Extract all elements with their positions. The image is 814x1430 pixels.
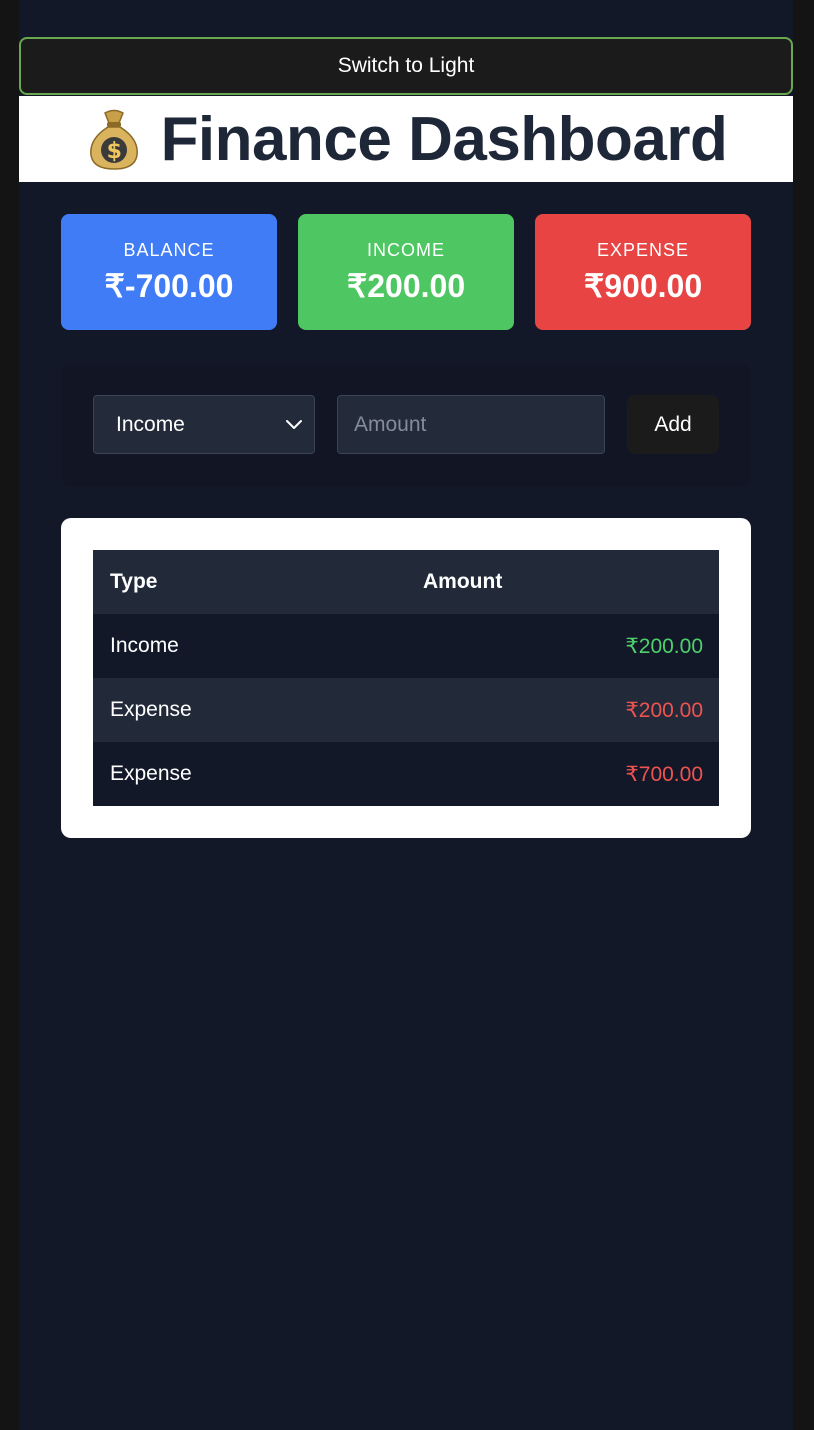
transactions-panel: Type Amount Income ₹200.00 Expense ₹200.…	[61, 518, 751, 838]
row-type: Expense	[93, 742, 423, 806]
row-amount: ₹700.00	[423, 742, 719, 806]
amount-input[interactable]	[337, 395, 605, 454]
theme-toggle-button[interactable]: Switch to Light	[19, 37, 793, 95]
balance-label: BALANCE	[123, 239, 215, 260]
page-title: $ Finance Dashboard	[85, 104, 728, 175]
expense-card: EXPENSE ₹900.00	[535, 214, 751, 330]
income-value: ₹200.00	[346, 267, 466, 304]
expense-value: ₹900.00	[583, 267, 703, 304]
add-button[interactable]: Add	[627, 395, 719, 454]
type-select-value: Income	[116, 412, 185, 436]
type-select[interactable]: Income	[93, 395, 315, 454]
column-header-amount: Amount	[423, 550, 719, 614]
theme-toggle-label: Switch to Light	[337, 54, 475, 77]
row-amount: ₹200.00	[423, 678, 719, 742]
expense-label: EXPENSE	[596, 239, 690, 260]
table-header-row: Type Amount	[93, 550, 719, 614]
page-title-text: Finance Dashboard	[160, 104, 728, 174]
transaction-form: Income Add	[61, 364, 751, 486]
add-button-label: Add	[654, 412, 692, 436]
balance-value: ₹-700.00	[104, 267, 234, 304]
balance-card: BALANCE ₹-700.00	[61, 214, 277, 330]
page-header: $ Finance Dashboard	[19, 96, 793, 182]
column-header-type: Type	[93, 550, 423, 614]
row-type: Expense	[93, 678, 423, 742]
chevron-down-icon	[284, 415, 304, 441]
income-card: INCOME ₹200.00	[298, 214, 514, 330]
table-row: Expense ₹700.00	[93, 742, 719, 806]
table-row: Income ₹200.00	[93, 614, 719, 678]
table-row: Expense ₹200.00	[93, 678, 719, 742]
income-label: INCOME	[367, 239, 445, 260]
row-type: Income	[93, 614, 423, 678]
summary-cards: BALANCE ₹-700.00 INCOME ₹200.00 EXPENSE …	[61, 214, 751, 330]
money-bag-icon: $	[85, 107, 143, 171]
row-amount: ₹200.00	[423, 614, 719, 678]
svg-text:$: $	[106, 139, 121, 164]
transactions-table: Type Amount Income ₹200.00 Expense ₹200.…	[93, 550, 719, 806]
